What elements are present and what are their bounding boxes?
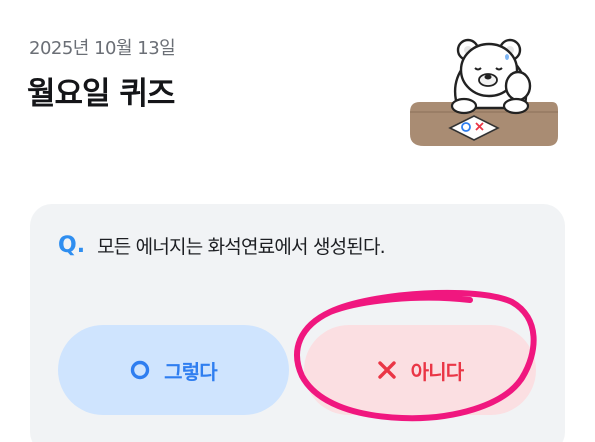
yes-answer-label: 그렇다: [164, 359, 218, 384]
no-answer-button[interactable]: 아니다: [304, 325, 536, 415]
bear-mascot-icon: [410, 38, 558, 146]
page-title: 월요일 퀴즈: [27, 76, 175, 112]
question-marker: Q.: [58, 233, 86, 258]
circle-o-icon: [130, 360, 150, 380]
quiz-date: 2025년 10월 13일: [29, 38, 176, 59]
x-cross-icon: [377, 361, 396, 379]
yes-answer-button[interactable]: 그렇다: [58, 325, 289, 415]
quiz-screen: 2025년 10월 13일 월요일 퀴즈 Q. 모든 에너지는 화석연료에서 생…: [0, 0, 595, 442]
question-row: Q. 모든 에너지는 화석연료에서 생성된다.: [58, 232, 386, 259]
question-text: 모든 에너지는 화석연료에서 생성된다.: [97, 236, 386, 258]
no-answer-label: 아니다: [410, 359, 465, 384]
